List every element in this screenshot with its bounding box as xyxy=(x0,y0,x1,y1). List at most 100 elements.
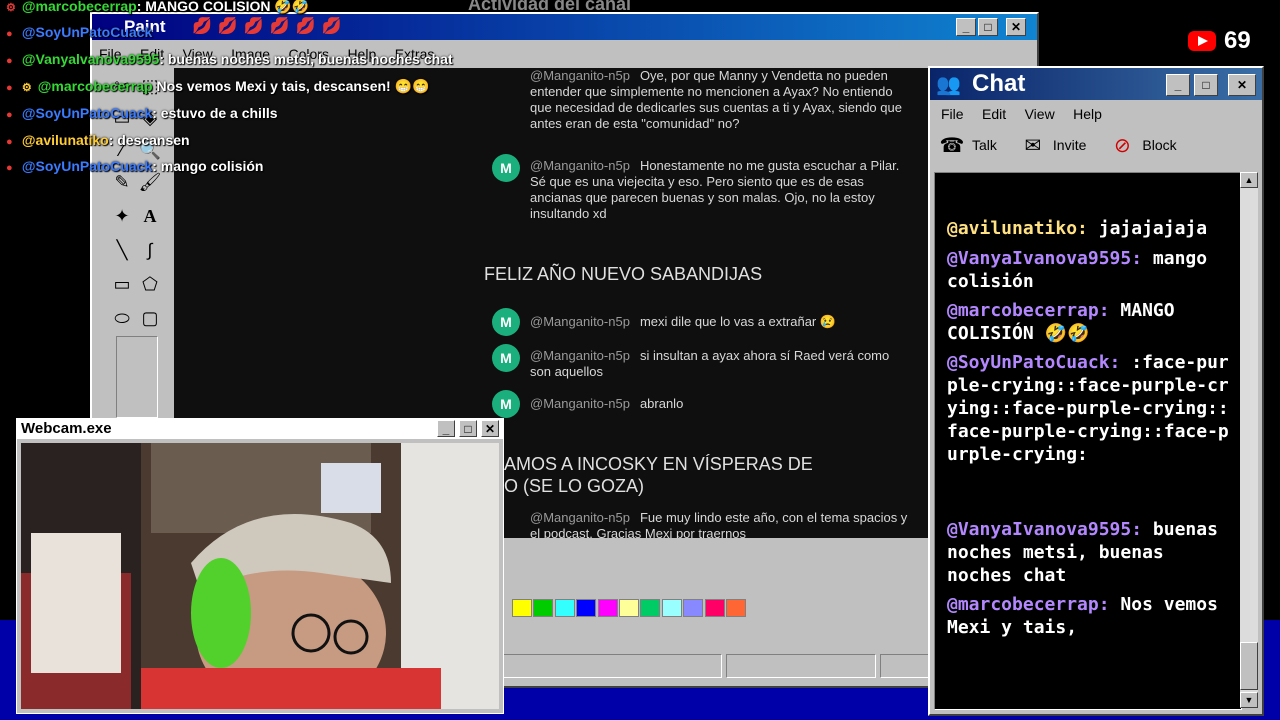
comment-author[interactable]: @Manganito-n5p xyxy=(530,68,630,83)
overlay-username[interactable]: @SoyUnPatoCuack xyxy=(22,158,152,174)
talk-icon: ☎ xyxy=(939,134,965,157)
chat-menubar: File Edit View Help xyxy=(934,102,1109,124)
overlay-chat-line: ● @Vanyalvanova9595: buenas noches metsi… xyxy=(6,51,453,67)
palette-swatch[interactable] xyxy=(512,599,532,617)
overlay-message: : buenas noches metsi, buenas noches cha… xyxy=(159,51,453,67)
chat-author[interactable]: @VanyaIvanova9595: xyxy=(947,248,1142,269)
chat-text: jajajajaja xyxy=(1098,218,1208,239)
curve-tool-icon[interactable]: ∫ xyxy=(136,236,164,264)
red-circle-icon: ● xyxy=(6,136,13,148)
youtube-viewer-counter: 69 xyxy=(1188,26,1251,56)
invite-button[interactable]: ✉ Invite xyxy=(1019,132,1087,158)
chat-author[interactable]: @avilunatiko: xyxy=(947,218,1088,239)
chat-message: @marcobecerrap: MANGO COLISIÓN 🤣🤣 xyxy=(947,299,1233,345)
paint-maximize-button[interactable]: □ xyxy=(978,18,998,36)
overlay-chat-line: ● ⚙ @marcobecerrap Nos vemos Mexi y tais… xyxy=(6,78,429,95)
people-icon: 👥 xyxy=(936,74,961,96)
avatar[interactable]: M xyxy=(492,344,520,372)
chat-menu-edit[interactable]: Edit xyxy=(975,104,1013,124)
palette-swatch[interactable] xyxy=(618,599,639,617)
chat-message-list[interactable]: @avilunatiko: jajajajaja @VanyaIvanova95… xyxy=(934,172,1242,710)
block-button[interactable]: ⊘ Block xyxy=(1108,132,1177,158)
chat-message: @SoyUnPatoCuack: :face-purple-crying::fa… xyxy=(947,351,1233,466)
airbrush-icon[interactable]: ✦ xyxy=(108,202,136,230)
comment-author[interactable]: @Manganito-n5p xyxy=(530,510,630,525)
chat-author[interactable]: @marcobecerrap: xyxy=(947,300,1110,321)
webcam-window: Webcam.exe _ □ ✕ xyxy=(16,418,504,714)
palette-swatch[interactable] xyxy=(576,599,597,617)
section-heading: FELIZ AÑO NUEVO SABANDIJAS xyxy=(484,264,763,284)
paint-close-button[interactable]: ✕ xyxy=(1006,18,1026,36)
scroll-thumb[interactable] xyxy=(1240,642,1258,690)
webcam-video-feed xyxy=(21,443,499,709)
rectangle-tool-icon[interactable]: ▭ xyxy=(108,270,136,298)
chat-maximize-button[interactable]: □ xyxy=(1194,74,1218,96)
chat-menu-file[interactable]: File xyxy=(934,104,971,124)
overlay-chat-line: ⚙ @marcobecerrap: MANGO COLISION 🤣🤣 xyxy=(6,0,309,15)
overlay-message: Nos vemos Mexi y tais, descansen! 😁😁 xyxy=(156,78,430,94)
chat-author[interactable]: @SoyUnPatoCuack: xyxy=(947,352,1120,373)
webcam-close-button[interactable]: ✕ xyxy=(481,420,499,437)
palette-swatch[interactable] xyxy=(640,599,661,617)
paint-minimize-button[interactable]: _ xyxy=(956,18,976,36)
text-tool-icon[interactable]: A xyxy=(136,202,164,230)
ellipse-tool-icon[interactable]: ⬭ xyxy=(108,304,136,332)
webcam-maximize-button[interactable]: □ xyxy=(459,420,477,437)
overlay-username[interactable]: @marcobecerrap xyxy=(38,78,153,94)
status-cell-main xyxy=(502,654,722,678)
polygon-tool-icon[interactable]: ⬠ xyxy=(136,270,164,298)
chat-minimize-button[interactable]: _ xyxy=(1166,74,1190,96)
viewer-count: 69 xyxy=(1224,27,1251,54)
comment-author[interactable]: @Manganito-n5p xyxy=(530,396,630,411)
overlay-chat-line: ● @avilunatiko: descansen xyxy=(6,132,190,148)
webcam-titlebar[interactable]: Webcam.exe _ □ ✕ xyxy=(17,419,503,439)
avatar[interactable]: M xyxy=(492,308,520,336)
chat-scrollbar[interactable]: ▲ ▼ xyxy=(1240,172,1258,708)
comment-author[interactable]: @Manganito-n5p xyxy=(530,314,630,329)
chat-message: @marcobecerrap: Nos vemos Mexi y tais, xyxy=(947,593,1233,639)
invite-label: Invite xyxy=(1052,137,1087,153)
rounded-rect-tool-icon[interactable]: ▢ xyxy=(136,304,164,332)
chat-author[interactable]: @marcobecerrap: xyxy=(947,594,1110,615)
scroll-up-icon[interactable]: ▲ xyxy=(1240,172,1258,188)
overlay-username[interactable]: @Vanyalvanova9595 xyxy=(22,51,159,67)
comment-author[interactable]: @Manganito-n5p xyxy=(530,348,630,363)
overlay-chat-line: ● @SoyUnPatoCuack: mango colisión xyxy=(6,158,263,174)
overlay-message: : estuvo de a chills xyxy=(152,105,278,121)
section-heading: O (SE LO GOZA) xyxy=(504,476,645,496)
red-circle-icon: ⚙ xyxy=(6,2,16,14)
color-palette xyxy=(512,599,747,619)
chat-close-button[interactable]: ✕ xyxy=(1228,74,1256,96)
tool-options-box[interactable] xyxy=(116,336,158,418)
red-circle-icon: ● xyxy=(6,162,13,174)
status-cell-position xyxy=(726,654,876,678)
avatar[interactable]: M xyxy=(492,390,520,418)
overlay-chat-line: ● @SoyUnPatoCuack: estuvo de a chills xyxy=(6,105,278,121)
palette-swatch[interactable] xyxy=(683,599,704,617)
scroll-down-icon[interactable]: ▼ xyxy=(1240,692,1258,708)
overlay-username[interactable]: @SoyUnPatoCuack xyxy=(22,105,152,121)
chat-titlebar[interactable]: 👥 Chat _ □ ✕ xyxy=(930,68,1262,100)
palette-swatch[interactable] xyxy=(554,599,575,617)
line-tool-icon[interactable]: ╲ xyxy=(108,236,136,264)
comment-author[interactable]: @Manganito-n5p xyxy=(530,158,630,173)
youtube-icon xyxy=(1188,31,1216,51)
overlay-username[interactable]: @marcobecerrap xyxy=(22,0,137,14)
talk-button[interactable]: ☎ Talk xyxy=(938,132,997,158)
avatar[interactable]: M xyxy=(492,154,520,182)
palette-swatch[interactable] xyxy=(533,599,554,617)
overlay-username[interactable]: @SoyUnPatoCuack xyxy=(22,24,152,40)
chat-window: 👥 Chat _ □ ✕ File Edit View Help ☎ Talk … xyxy=(928,66,1264,716)
invite-icon: ✉ xyxy=(1024,134,1042,157)
palette-swatch[interactable] xyxy=(725,599,746,617)
chat-menu-view[interactable]: View xyxy=(1018,104,1062,124)
chat-author[interactable]: @VanyaIvanova9595: xyxy=(947,519,1142,540)
webcam-minimize-button[interactable]: _ xyxy=(437,420,455,437)
block-label: Block xyxy=(1142,137,1177,153)
palette-swatch[interactable] xyxy=(597,599,618,617)
red-circle-icon: ● xyxy=(6,109,13,121)
palette-swatch[interactable] xyxy=(661,599,682,617)
chat-menu-help[interactable]: Help xyxy=(1066,104,1109,124)
overlay-username[interactable]: @avilunatiko xyxy=(22,132,109,148)
palette-swatch[interactable] xyxy=(704,599,725,617)
